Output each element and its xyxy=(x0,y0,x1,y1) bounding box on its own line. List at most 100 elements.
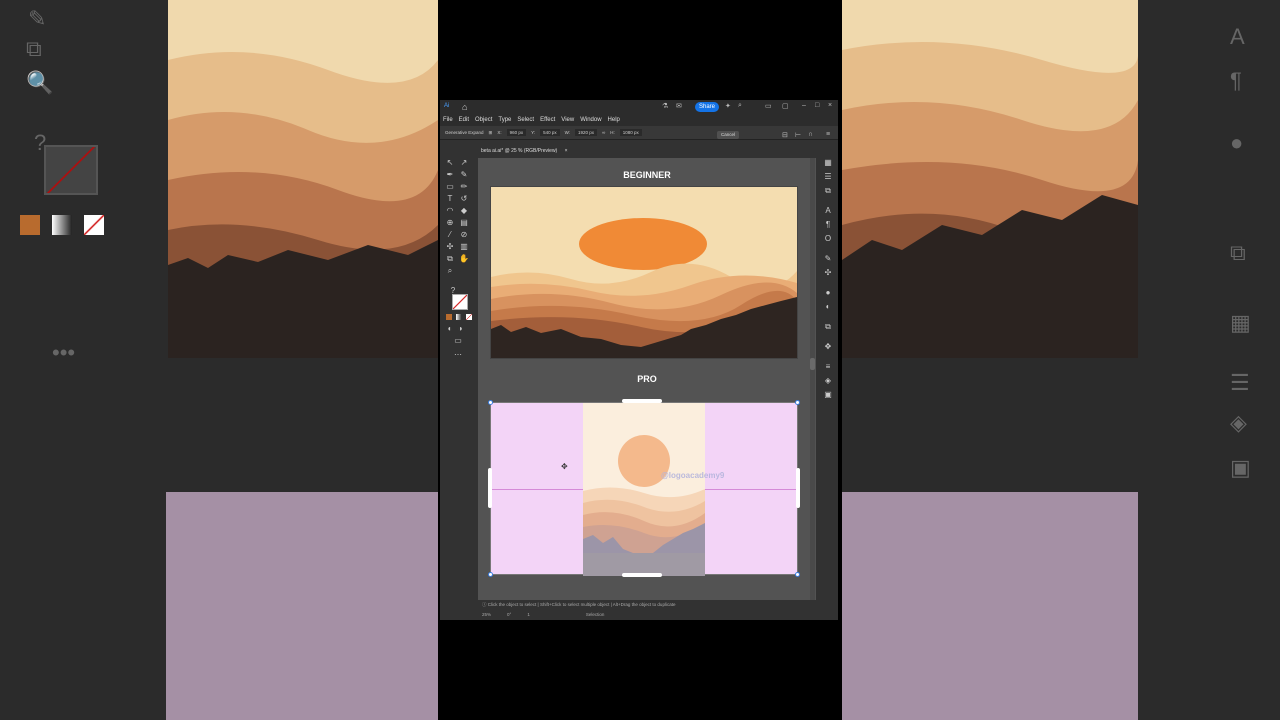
control-menu-icon[interactable]: ≡ xyxy=(826,131,830,138)
menu-object[interactable]: Object xyxy=(475,117,492,123)
pathfinder-panel-icon[interactable]: ⧉ xyxy=(823,322,833,332)
ai-logo-icon: Ai xyxy=(444,103,450,109)
appearance-panel-icon[interactable]: ● xyxy=(823,288,833,298)
handle-right[interactable] xyxy=(796,468,800,508)
vertical-scrollbar[interactable] xyxy=(810,158,815,600)
document-tab[interactable]: beta ai.ai* @ 25 % (RGB/Preview) × xyxy=(478,144,588,158)
brush-tool-icon[interactable]: ✏ xyxy=(459,182,469,192)
pen-tool-icon[interactable]: ✒ xyxy=(445,170,455,180)
properties-panel-icon[interactable]: ▦ xyxy=(823,158,833,168)
pro-artwork-expand-area[interactable]: @logoacademy9 ✥ xyxy=(490,402,798,576)
artboard-icon: ⧉ xyxy=(26,36,42,61)
path-icon[interactable]: ∩ xyxy=(808,131,813,138)
none-swatch[interactable] xyxy=(466,314,472,320)
menu-view[interactable]: View xyxy=(561,117,574,123)
layers-options-icon[interactable]: ≡ xyxy=(823,362,833,372)
transform-tool-panel-icon[interactable]: ✥ xyxy=(823,342,833,352)
symbol-sprayer-tool-icon[interactable]: ✣ xyxy=(445,242,455,252)
layers-panel-icon[interactable]: ◈ xyxy=(823,376,833,386)
menu-select[interactable]: Select xyxy=(517,117,534,123)
vertical-scroll-thumb[interactable] xyxy=(810,358,815,370)
document-tab-label: beta ai.ai* @ 25 % (RGB/Preview) xyxy=(481,148,558,154)
gradient-swatch[interactable] xyxy=(456,314,462,320)
curvature-tool-icon[interactable]: ✎ xyxy=(459,170,469,180)
close-icon[interactable]: × xyxy=(828,102,832,109)
zoom-level[interactable]: 25% xyxy=(482,610,491,620)
zoom-tool-icon[interactable]: ⌕ xyxy=(445,266,455,276)
draw-mode-icon[interactable]: ◐ xyxy=(445,324,455,334)
screen: ✎ ⧉ 🔍 ? ••• A ¶ ● ⧉ ▦ ☰ ◈ ▣ Ai ⌂ ⚗ ✉ Sha… xyxy=(0,0,1280,720)
shaper-tool-icon[interactable]: ◆ xyxy=(459,206,469,216)
libraries-panel-icon[interactable]: ▣ xyxy=(823,390,833,400)
menu-effect[interactable]: Effect xyxy=(540,117,555,123)
artboard-number[interactable]: 1 xyxy=(527,610,530,620)
rectangle-tool-icon[interactable]: ▭ xyxy=(445,182,455,192)
share-button[interactable]: Share xyxy=(695,102,719,112)
rotation-value[interactable]: 0° xyxy=(507,610,511,620)
discover-icon[interactable]: ✦ xyxy=(725,102,731,110)
w-field[interactable]: 1920 px xyxy=(575,129,598,136)
eyedropper-tool-icon[interactable]: ⁄ xyxy=(445,230,455,240)
screen-mode-icon[interactable]: ▭ xyxy=(453,336,463,346)
flask-icon[interactable]: ⚗ xyxy=(662,102,668,110)
brushes-panel-icon[interactable]: ✎ xyxy=(823,254,833,264)
reference-point-icon[interactable]: ⊞ xyxy=(489,130,493,136)
graphic-styles-panel-icon[interactable]: ◐ xyxy=(823,302,833,312)
graph-tool-icon[interactable]: ▥ xyxy=(459,242,469,252)
type-icon: A xyxy=(1230,24,1245,49)
selection-tool-icon[interactable]: ↖ xyxy=(445,158,455,168)
type-tool-icon[interactable]: T xyxy=(445,194,455,204)
handle-bottom-right[interactable] xyxy=(795,572,800,577)
tools-panel: ↖ ↗ ✒ ✎ ▭ ✏ T ↺ ◠ ◆ ⊕ ▤ ⁄ ⊘ ✣ ▥ ⧉ ✋ ⌕ ? … xyxy=(443,158,473,378)
y-field[interactable]: 540 px xyxy=(540,129,560,136)
link-icon[interactable]: ∞ xyxy=(602,130,605,135)
home-icon[interactable]: ⌂ xyxy=(462,102,467,112)
handle-left[interactable] xyxy=(488,468,492,508)
canvas[interactable]: BEGINNER PRO @logoacademy9 ✥ xyxy=(478,158,816,600)
opentype-panel-icon[interactable]: O xyxy=(823,234,833,244)
gradient-tool-icon[interactable]: ▤ xyxy=(459,218,469,228)
arrange-icon[interactable]: ▭ xyxy=(765,102,772,110)
direct-selection-tool-icon[interactable]: ↗ xyxy=(459,158,469,168)
cancel-button[interactable]: Cancel xyxy=(717,131,739,139)
hand-tool-icon[interactable]: ✋ xyxy=(459,254,469,264)
handle-top-right[interactable] xyxy=(795,400,800,405)
document-close-icon[interactable]: × xyxy=(565,148,568,154)
rotate-tool-icon[interactable]: ↺ xyxy=(459,194,469,204)
appearance-icon: ● xyxy=(1230,130,1244,155)
paragraph-panel-icon[interactable]: ¶ xyxy=(823,220,833,230)
distribute-icon[interactable]: ⊢ xyxy=(795,131,801,139)
handle-bottom-left[interactable] xyxy=(488,572,493,577)
symbols-panel-icon[interactable]: ✣ xyxy=(823,268,833,278)
align-control-icon[interactable]: ⊟ xyxy=(782,131,788,139)
character-panel-icon[interactable]: A xyxy=(823,206,833,216)
handle-top[interactable] xyxy=(622,399,662,403)
edit-toolbar-icon[interactable]: ⋯ xyxy=(453,350,463,360)
shape-builder-tool-icon[interactable]: ⊕ xyxy=(445,218,455,228)
handle-bottom[interactable] xyxy=(622,573,662,577)
handle-top-left[interactable] xyxy=(488,400,493,405)
maximize-icon[interactable]: □ xyxy=(815,102,819,109)
menu-file[interactable]: File xyxy=(443,117,453,123)
artboard-tool-icon[interactable]: ⧉ xyxy=(445,254,455,264)
search-icon[interactable]: ⌕ xyxy=(738,102,742,110)
blend-tool-icon[interactable]: ⊘ xyxy=(459,230,469,240)
width-tool-icon[interactable]: ◠ xyxy=(445,206,455,216)
minimize-icon[interactable]: – xyxy=(802,102,806,109)
tool-mode[interactable]: Selection xyxy=(586,610,605,620)
comments-icon[interactable]: ✉ xyxy=(676,102,682,110)
menu-help[interactable]: Help xyxy=(608,117,620,123)
align-panel-icon[interactable]: ☰ xyxy=(823,172,833,182)
color-swatch[interactable] xyxy=(446,314,452,320)
beginner-artwork[interactable] xyxy=(490,186,798,359)
fill-stroke-swatch[interactable] xyxy=(452,294,468,310)
transform-panel-icon[interactable]: ⧉ xyxy=(823,186,833,196)
workspace-icon[interactable]: ▢ xyxy=(782,102,789,110)
x-field[interactable]: 960 px xyxy=(506,129,527,136)
menu-type[interactable]: Type xyxy=(498,117,511,123)
menu-window[interactable]: Window xyxy=(580,117,601,123)
draw-inside-icon[interactable]: ◑ xyxy=(455,324,465,334)
h-field[interactable]: 1080 px xyxy=(619,129,642,136)
background-art-right xyxy=(842,0,1138,358)
menu-edit[interactable]: Edit xyxy=(459,117,469,123)
